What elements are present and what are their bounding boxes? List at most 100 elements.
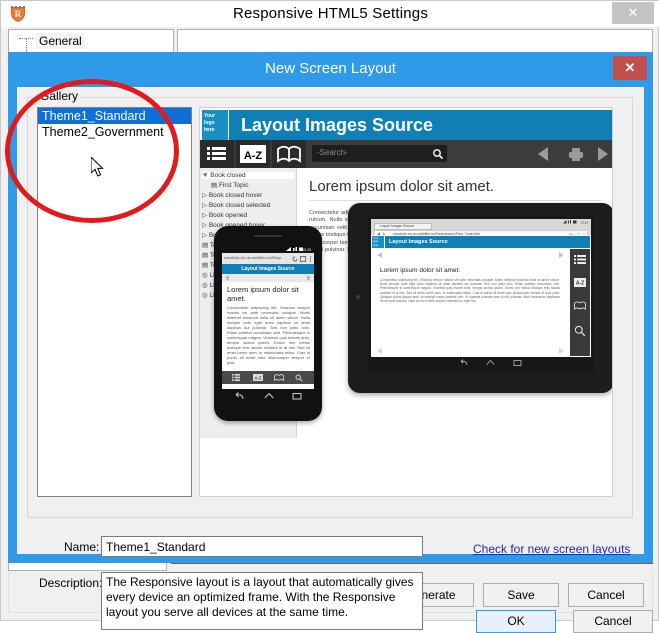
tree-item[interactable]: ▼ Book closed: [202, 172, 294, 179]
dialog-title: New Screen Layout: [265, 60, 396, 77]
name-label: Name:: [64, 540, 100, 554]
list-icon[interactable]: [200, 140, 234, 168]
ok-button[interactable]: OK: [476, 610, 556, 633]
new-screen-layout-dialog: New Screen Layout ✕ Gallery Theme1_Stand…: [8, 52, 653, 633]
prev-arrow-icon-bottom: [377, 348, 382, 354]
svg-text:13:15: 13:15: [580, 220, 588, 224]
phone-speaker: [254, 235, 282, 237]
prev-arrow-icon: [377, 252, 382, 258]
tablet-softkey-bar: [371, 357, 591, 369]
list-item[interactable]: Theme2_Government: [38, 124, 191, 140]
tablet-device-mockup: Layout Images Source robohelp.en-us.webf…: [348, 203, 612, 393]
svg-text:A-Z: A-Z: [255, 375, 262, 380]
print-icon[interactable]: [568, 146, 584, 165]
phone-content-body: Consectetur adipiscing elit. Vivamus tem…: [227, 305, 310, 365]
phone-softkey-bar: [222, 389, 314, 405]
close-icon[interactable]: ✕: [612, 2, 654, 24]
phone-site-header-title: Layout Images Source: [241, 266, 295, 272]
sidebar-item-general[interactable]: General: [36, 33, 85, 49]
a-z-icon: A-Z: [574, 278, 586, 287]
home-icon: [486, 359, 495, 365]
settings-right-panel-bottom: [171, 563, 653, 571]
recents-icon: [292, 393, 302, 400]
tabs-icon: [300, 255, 306, 262]
gallery-legend: Gallery: [37, 89, 82, 103]
search-input[interactable]: -Search-: [312, 145, 447, 162]
search-icon[interactable]: [432, 148, 444, 163]
next-arrow-icon: [559, 252, 564, 258]
phone-url-text: robohelp.en-us.webfilm.eu/Resp: [224, 255, 282, 260]
tablet-site: Your logo here Layout Images Source Lore…: [371, 235, 591, 357]
menu-icon: [309, 255, 312, 262]
tablet-statusbar-icons: 13:15: [563, 219, 588, 224]
site-logo: Your logo here: [372, 236, 384, 248]
back-icon: [235, 392, 244, 400]
site-header-title: Layout Images Source: [389, 239, 448, 245]
list-icon: [574, 255, 586, 264]
site-content: Lorem ipsum dolor sit amet. Consectetur …: [372, 249, 569, 356]
description-label: Description:: [39, 576, 103, 590]
phone-screen: 13:15 robohelp.en-us.webfilm.eu/Resp Lay…: [222, 246, 314, 389]
recents-icon: [513, 360, 522, 366]
reload-icon: [292, 256, 298, 261]
phone-url-bar[interactable]: robohelp.en-us.webfilm.eu/Resp: [222, 253, 314, 264]
phone-statusbar: 13:15: [222, 246, 314, 253]
search-placeholder: -Search-: [317, 148, 348, 157]
tablet-side-toolbar: A-Z: [570, 249, 590, 356]
book-icon: [274, 374, 284, 381]
next-arrow-icon: [307, 275, 311, 281]
list-item[interactable]: Theme1_Standard: [38, 108, 191, 124]
prev-arrow-icon[interactable]: [536, 146, 552, 165]
parent-titlebar: R Responsive HTML5 Settings ✕: [1, 1, 659, 27]
cancel-button[interactable]: Cancel: [573, 610, 653, 633]
content-heading: Lorem ipsum dolor sit amet.: [380, 267, 461, 274]
layout-preview-panel: Your logo here Layout Images Source A-Z: [199, 107, 613, 497]
phone-nav-strip: [222, 274, 314, 282]
tablet-camera: [356, 295, 360, 299]
book-icon: [574, 301, 586, 310]
phone-site-header: Layout Images Source: [222, 264, 314, 274]
site-header: Layout Images Source: [385, 236, 590, 248]
svg-text:A-Z: A-Z: [244, 150, 263, 162]
dialog-body: Gallery Theme1_Standard Theme2_Governmen…: [17, 87, 653, 633]
search-icon: [295, 374, 303, 382]
browser-tab[interactable]: Layout Images Source: [374, 223, 432, 230]
tree-item[interactable]: ▷ Book closed hover: [202, 191, 262, 199]
close-icon[interactable]: ✕: [613, 56, 647, 80]
site-header: Layout Images Source: [229, 110, 612, 140]
tablet-browser-chrome: Layout Images Source robohelp.en-us.webf…: [371, 219, 591, 238]
home-icon: [264, 392, 274, 399]
prev-arrow-icon: [225, 275, 229, 281]
phone-device-mockup: 13:15 robohelp.en-us.webfilm.eu/Resp Lay…: [214, 226, 322, 421]
cancel-button[interactable]: Cancel: [568, 583, 644, 607]
book-icon[interactable]: [272, 140, 306, 168]
phone-content-heading: Lorem ipsum dolor sit amet.: [227, 285, 299, 303]
search-icon: [574, 325, 586, 337]
site-logo: Your logo here: [202, 110, 228, 140]
content-heading: Lorem ipsum dolor sit amet.: [309, 178, 495, 195]
settings-tree-panel-bottom: [8, 563, 167, 571]
gallery-list[interactable]: Theme1_Standard Theme2_Government: [37, 107, 192, 497]
save-button[interactable]: Save: [483, 583, 559, 607]
dialog-titlebar: New Screen Layout ✕: [8, 52, 653, 87]
phone-toolbar: A-Z: [222, 371, 314, 384]
check-for-new-screen-layouts-link[interactable]: Check for new screen layouts: [473, 542, 630, 556]
list-icon: [232, 374, 240, 381]
content-body: Consectetur adipiscing elit. Vivamus tem…: [380, 278, 560, 304]
next-arrow-icon[interactable]: [594, 146, 610, 165]
back-icon: [460, 359, 468, 366]
tree-item[interactable]: ▷ Book closed selected: [202, 201, 270, 209]
tablet-screen: Layout Images Source robohelp.en-us.webf…: [368, 215, 594, 373]
name-input[interactable]: [101, 536, 423, 557]
tree-item[interactable]: ▤ First Topic: [202, 181, 248, 189]
next-arrow-icon-bottom: [559, 348, 564, 354]
parent-window-title: Responsive HTML5 Settings: [232, 5, 429, 22]
site-header-title: Layout Images Source: [241, 115, 434, 135]
description-textarea[interactable]: The Responsive layout is a layout that a…: [101, 572, 423, 630]
parent-window: R Responsive HTML5 Settings ✕ General Sa…: [0, 0, 659, 633]
a-z-icon[interactable]: A-Z: [236, 140, 270, 168]
divider: [309, 200, 601, 201]
svg-text:13:15: 13:15: [302, 248, 311, 252]
svg-text:A-Z: A-Z: [576, 281, 584, 287]
tree-item[interactable]: ▷ Book opened: [202, 211, 247, 219]
